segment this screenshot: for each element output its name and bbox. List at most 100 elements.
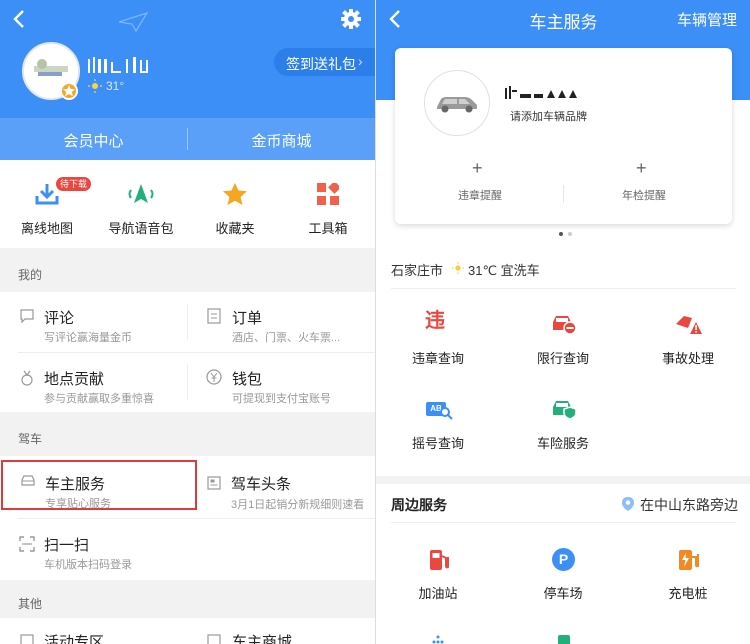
owner-service-panel: 车主服务 车辆管理 请添加车辆品牌 + 违章提醒 + 年检提醒 石家庄市 31℃… (375, 0, 750, 644)
car-insurance-button[interactable]: 车险服务 (518, 390, 608, 460)
driving-headlines-item[interactable]: 驾车头条 3月1日起销分新规细则速看 (199, 462, 375, 514)
star-icon (222, 182, 248, 206)
plate-number-art (505, 86, 579, 105)
nearby-services-title: 周边服务 (391, 497, 447, 513)
violation-query-button[interactable]: 违 违章查询 (393, 305, 483, 375)
settings-gear-icon[interactable] (340, 8, 362, 30)
lottery-query-button[interactable]: AB 摇号查询 (393, 390, 483, 460)
toolbox-label: 工具箱 (308, 221, 348, 236)
restricted-car-icon (551, 313, 577, 335)
place-contribution-title: 地点贡献 (44, 371, 105, 388)
mall-icon (207, 634, 221, 644)
car-icon (437, 97, 477, 113)
sun-icon (452, 262, 464, 274)
my-profile-panel: 31° 签到送礼包 › 会员中心 金币商城 待下载 离线地图 导航语音包 收藏夹… (0, 0, 375, 644)
order-list-icon (207, 308, 221, 324)
owner-mall-title: 车主商城 (232, 634, 293, 644)
mine-section: 评论 写评论赢海量金币 订单 酒店、门票、火车票... 地点贡献 参与贡献赢取多… (0, 292, 375, 412)
vip-star-icon (60, 82, 78, 100)
activity-zone-item[interactable]: 活动专区 (0, 618, 187, 644)
owner-service-title: 车主服务 (45, 476, 106, 493)
toolbox-button[interactable]: 工具箱 (282, 160, 375, 248)
plus-icon: + (636, 158, 647, 178)
place-contribution-subtitle: 参与贡献赢取多重惊喜 (44, 393, 154, 405)
signin-gift-button[interactable]: 签到送礼包 › (274, 48, 375, 76)
coin-mall-link[interactable]: 金币商城 (188, 130, 375, 151)
drive-section: 车主服务 专享贴心服务 驾车头条 3月1日起销分新规细则速看 扫一扫 车机版本扫… (0, 456, 375, 580)
wallet-subtitle: 可提现到支付宝账号 (232, 393, 331, 405)
gas-station-button[interactable]: 加油站 (393, 540, 483, 610)
car-insurance-label: 车险服务 (536, 436, 589, 451)
comment-bubble-icon (20, 309, 34, 323)
scan-subtitle: 车机版本扫码登录 (44, 559, 132, 571)
order-item[interactable]: 订单 酒店、门票、火车票... (188, 292, 375, 352)
divider (391, 288, 736, 289)
activity-icon (20, 634, 34, 644)
order-title: 订单 (232, 310, 263, 327)
vehicle-management-button[interactable]: 车辆管理 (677, 9, 737, 30)
more-service-icon[interactable] (431, 632, 445, 644)
back-icon[interactable] (10, 8, 30, 30)
owner-service-subtitle: 专享贴心服务 (45, 498, 111, 510)
parking-button[interactable]: P 停车场 (518, 540, 608, 610)
order-subtitle: 酒店、门票、火车票... (232, 332, 341, 344)
inspection-reminder-button[interactable]: + 年检提醒 (589, 158, 699, 206)
pending-download-badge: 待下载 (56, 177, 92, 191)
violation-reminder-label: 违章提醒 (458, 190, 502, 202)
username-art (88, 56, 150, 81)
vehicle-card[interactable]: 请添加车辆品牌 + 违章提醒 + 年检提醒 (395, 48, 732, 224)
chevron-right-icon: › (358, 53, 363, 69)
other-section: 活动专区 车主商城 (0, 618, 375, 644)
carousel-dot (568, 232, 572, 236)
lottery-query-label: 摇号查询 (411, 436, 464, 451)
weather-temperature: 31° (106, 79, 125, 93)
wallet-item[interactable]: 钱包 可提现到支付宝账号 (188, 352, 375, 412)
car-avatar (424, 70, 490, 136)
location-pin-icon (621, 496, 635, 512)
owner-mall-item[interactable]: 车主商城 (188, 618, 375, 644)
section-gap (376, 476, 750, 484)
more-service-icon[interactable] (556, 632, 572, 644)
member-center-link[interactable]: 会员中心 (0, 130, 187, 151)
voice-pack-label: 导航语音包 (108, 221, 174, 236)
insurance-car-icon (551, 398, 577, 420)
gas-pump-icon (428, 548, 450, 572)
section-title-other: 其他 (18, 597, 43, 611)
signin-label: 签到送礼包 (286, 56, 356, 72)
parking-label: 停车场 (543, 586, 583, 601)
paper-plane-icon (118, 12, 148, 32)
divider (391, 522, 736, 523)
charging-pile-button[interactable]: 充电桩 (643, 540, 733, 610)
plus-icon: + (472, 158, 483, 178)
place-contribution-item[interactable]: 地点贡献 参与贡献赢取多重惊喜 (0, 352, 187, 412)
current-location[interactable]: 在中山东路旁边 (640, 495, 738, 515)
voice-pack-button[interactable]: 导航语音包 (94, 160, 188, 248)
toolbox-grid-icon (317, 183, 339, 205)
divider (563, 185, 564, 203)
owner-service-item[interactable]: 车主服务 专享贴心服务 (1, 460, 197, 510)
quick-actions: 待下载 离线地图 导航语音包 收藏夹 工具箱 (0, 160, 375, 248)
favorites-label: 收藏夹 (215, 221, 255, 236)
gas-station-label: 加油站 (418, 586, 458, 601)
add-brand-label[interactable]: 请添加车辆品牌 (510, 108, 587, 124)
section-title-mine: 我的 (18, 268, 43, 282)
accident-icon (674, 312, 702, 336)
scan-item[interactable]: 扫一扫 车机版本扫码登录 (0, 520, 187, 580)
sun-icon (88, 79, 102, 93)
offline-map-button[interactable]: 待下载 离线地图 (0, 160, 94, 248)
restriction-query-button[interactable]: 限行查询 (518, 305, 608, 375)
activity-zone-title: 活动专区 (44, 634, 105, 644)
navigation-voice-icon (127, 182, 155, 206)
weather-city: 石家庄市 (391, 263, 444, 278)
offline-map-label: 离线地图 (20, 221, 73, 236)
accident-handling-button[interactable]: 事故处理 (643, 305, 733, 375)
magnifier-icon (439, 406, 453, 420)
scan-title: 扫一扫 (44, 537, 90, 554)
driving-headlines-subtitle: 3月1日起销分新规细则速看 (231, 499, 365, 511)
favorites-button[interactable]: 收藏夹 (188, 160, 282, 248)
section-title-drive: 驾车 (18, 432, 43, 446)
carousel-dot-active (559, 232, 563, 236)
violation-reminder-button[interactable]: + 违章提醒 (425, 158, 535, 206)
charging-icon (677, 548, 701, 572)
comment-item[interactable]: 评论 写评论赢海量金币 (0, 292, 187, 352)
